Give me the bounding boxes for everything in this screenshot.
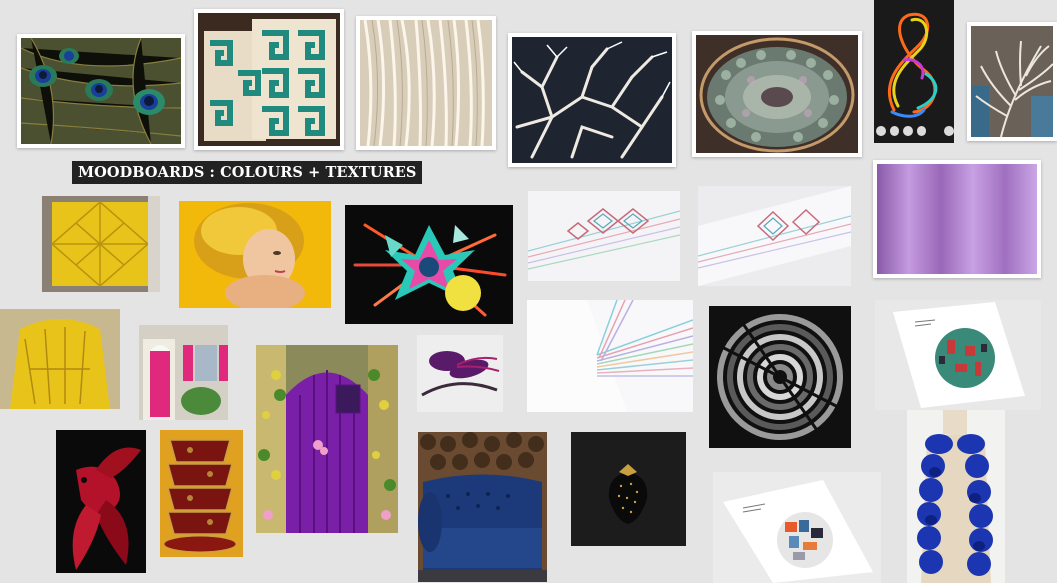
tile-red-teacups[interactable]: [160, 430, 243, 557]
pink-door-image: [139, 325, 228, 420]
share-icon[interactable]: [916, 126, 927, 136]
aztec-pattern-1-image: [528, 191, 680, 281]
tile-feather-fascinator[interactable]: [417, 335, 503, 412]
layers-icon[interactable]: [903, 126, 913, 136]
red-teacups-image: [160, 430, 243, 557]
yellow-origami-cushion-image: [42, 196, 160, 292]
lilac-curtain-image: [877, 164, 1037, 274]
moodboard-title: MOODBOARDS : COLOURS + TEXTURES: [72, 161, 423, 184]
paper-strips-image: [360, 20, 492, 146]
tile-blue-chesterfield[interactable]: [418, 432, 547, 582]
tile-monochrome-circle[interactable]: [709, 306, 851, 448]
tile-circle-print-poster[interactable]: [713, 472, 881, 583]
tile-red-betta-fish[interactable]: [56, 430, 146, 573]
pastel-paper-lines-image: [527, 300, 693, 412]
blue-chesterfield-image: [418, 432, 547, 582]
tile-light-painting[interactable]: [874, 0, 954, 143]
tile-pink-door[interactable]: [139, 325, 228, 420]
greek-key-pillows-image: [198, 13, 340, 146]
white-coral-sculpture-image: [512, 37, 672, 163]
yellow-paper-chair-image: [0, 309, 120, 409]
peacock-feathers-image: [21, 38, 181, 144]
tile-white-coral-sculpture[interactable]: [508, 33, 676, 167]
aztec-pattern-2-image: [698, 186, 851, 286]
ostrich-feather-image: [971, 26, 1053, 137]
tile-lilac-curtain[interactable]: [873, 160, 1041, 278]
light-painting-image: [874, 0, 954, 143]
red-betta-fish-image: [56, 430, 146, 573]
tile-aztec-pattern-1[interactable]: [528, 191, 680, 281]
moodboard: MOODBOARDS : COLOURS + TEXTURES: [0, 0, 1057, 583]
feather-fascinator-image: [417, 335, 503, 412]
tile-pastel-paper-lines[interactable]: [527, 300, 693, 412]
map-print-poster-image: [875, 300, 1041, 410]
tile-ostrich-feather[interactable]: [967, 22, 1057, 141]
edit-icon[interactable]: [876, 126, 886, 136]
purple-door-image: [256, 345, 398, 533]
tile-yellow-origami-cushion[interactable]: [42, 196, 160, 292]
tile-yellow-hair-portrait[interactable]: [179, 201, 331, 308]
menu-icon[interactable]: [944, 126, 954, 136]
circle-print-poster-image: [713, 472, 881, 583]
tile-aztec-pattern-2[interactable]: [698, 186, 851, 286]
tile-blue-ruffle-scarf[interactable]: [907, 410, 1005, 583]
yellow-hair-portrait-image: [179, 201, 331, 308]
paper-burst-art-image: [345, 205, 513, 324]
tile-black-strawberry[interactable]: [571, 432, 686, 546]
image-toolbar: [876, 126, 954, 140]
tile-greek-key-pillows[interactable]: [194, 9, 344, 150]
tile-paper-burst-art[interactable]: [345, 205, 513, 324]
tile-peacock-feathers[interactable]: [17, 34, 185, 148]
iridescent-scales-dome-image: [696, 35, 858, 153]
grid-icon[interactable]: [889, 126, 900, 136]
tile-iridescent-scales-dome[interactable]: [692, 31, 862, 157]
tile-map-print-poster[interactable]: [875, 300, 1041, 410]
black-strawberry-image: [571, 432, 686, 546]
blue-ruffle-scarf-image: [907, 410, 1005, 583]
tile-purple-door[interactable]: [256, 345, 398, 533]
tile-yellow-paper-chair[interactable]: [0, 309, 120, 409]
monochrome-circle-image: [709, 306, 851, 448]
tile-paper-strips[interactable]: [356, 16, 496, 150]
